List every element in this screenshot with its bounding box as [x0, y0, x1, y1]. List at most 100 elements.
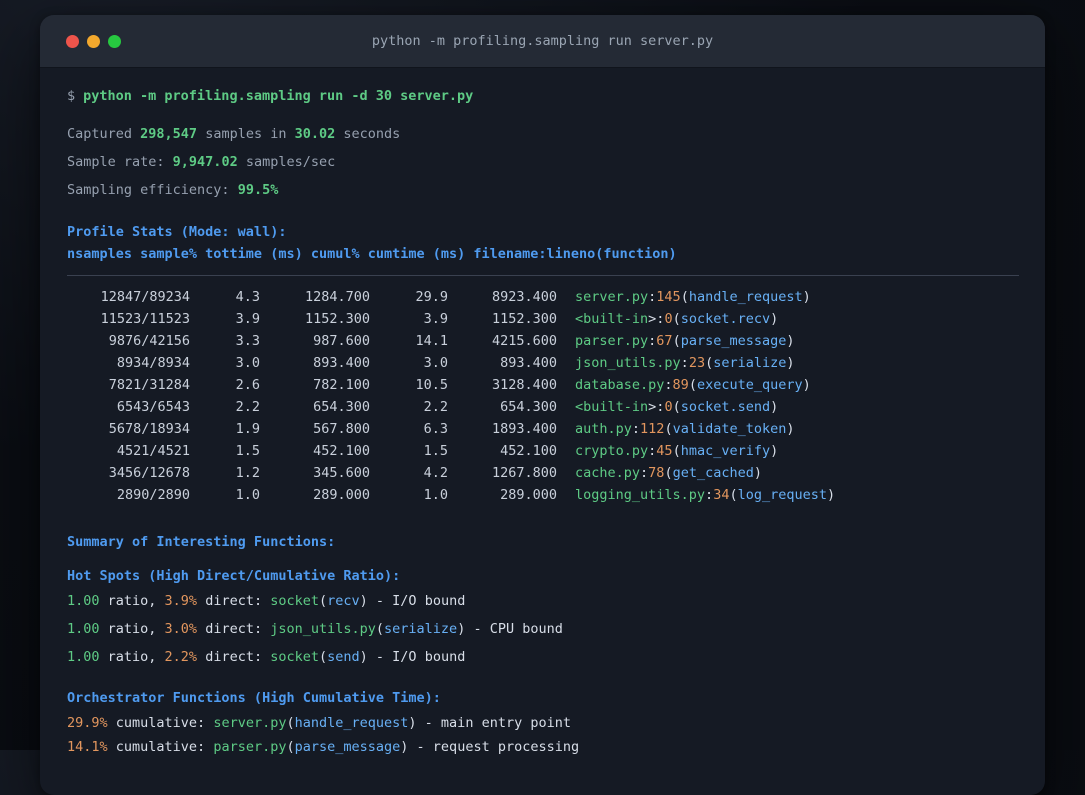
function-name: serialize [713, 355, 787, 371]
tottime-cell: 987.600 [313, 333, 370, 349]
sample-pct-cell: 1.0 [235, 487, 260, 503]
role-note: - main entry point [416, 715, 571, 731]
captured-seconds-value: 30.02 [294, 126, 336, 142]
cumul-pct-cell: 3.0 [423, 355, 448, 371]
profile-table-row: 12847/89234 4.3 1284.700 29.9 8923.400 server… [67, 286, 1019, 308]
cumtime-cell: 8923.400 [491, 289, 557, 305]
open-paren: ( [319, 649, 328, 665]
sample-rate-line: Sample rate: 9,947.02 samples/sec [67, 151, 1019, 173]
profile-table-row: 5678/18934 1.9 567.800 6.3 1893.400 auth.py:1… [67, 418, 1019, 440]
direct-label: direct: [197, 593, 271, 609]
sample-pct-cell: 2.6 [235, 377, 260, 393]
module-name: parser.py [213, 739, 287, 755]
cumulative-pct-value: 14.1% [67, 739, 108, 755]
ratio-label: ratio, [99, 649, 165, 665]
direct-label: direct: [197, 649, 271, 665]
location-cell: database.py:89(execute_query) [575, 374, 811, 396]
cumtime-cell: 654.300 [500, 399, 557, 415]
ratio-value: 1.00 [67, 593, 100, 609]
nsamples-cell: 6543/6543 [116, 399, 190, 415]
line-number: 89 [672, 377, 689, 393]
close-paren: ) [786, 421, 795, 437]
direct-pct-value: 3.0% [164, 621, 198, 637]
cumul-pct-cell: 6.3 [423, 421, 448, 437]
maximize-button[interactable] [108, 34, 121, 48]
profile-table-row: 6543/6543 2.2 654.300 2.2 654.300 <built-in>:… [67, 396, 1019, 418]
sample-rate-label: Sample rate: [67, 154, 173, 170]
function-name: parse_message [294, 739, 401, 755]
profile-table-row: 7821/31284 2.6 782.100 10.5 3128.400 database… [67, 374, 1019, 396]
tottime-cell: 345.600 [313, 465, 370, 481]
close-paren: ) [770, 443, 779, 459]
function-name: parse_message [680, 333, 787, 349]
tottime-cell: 289.000 [313, 487, 370, 503]
colon-separator: : [631, 421, 641, 437]
captured-samples-value: 298,547 [140, 126, 198, 142]
colon-separator: : [640, 465, 649, 481]
efficiency-label: Sampling efficiency: [67, 182, 238, 198]
efficiency-line: Sampling efficiency: 99.5% [67, 179, 1019, 201]
close-paren: ) [802, 289, 811, 305]
function-name: send [327, 649, 360, 665]
sample-pct-cell: 3.3 [235, 333, 260, 349]
hot-spot-line: 1.00 ratio, 3.0% direct: json_utils.py(s… [67, 618, 1019, 640]
open-paren: ( [664, 465, 673, 481]
captured-suffix-label: seconds [335, 126, 401, 142]
direct-label: direct: [197, 621, 271, 637]
function-name: validate_token [672, 421, 787, 437]
close-paren: ) [770, 311, 779, 327]
tottime-cell: 893.400 [313, 355, 370, 371]
terminal-output[interactable]: $ python -m profiling.sampling run -d 30 … [40, 68, 1045, 758]
cumtime-cell: 3128.400 [491, 377, 557, 393]
file-name: json_utils.py [575, 355, 681, 371]
sample-pct-cell: 3.9 [235, 311, 260, 327]
line-number: 67 [656, 333, 673, 349]
nsamples-cell: 5678/18934 [108, 421, 190, 437]
cumtime-cell: 1893.400 [491, 421, 557, 437]
terminal-window: python -m profiling.sampling run server.… [40, 15, 1045, 795]
function-name: serialize [384, 621, 458, 637]
open-paren: ( [664, 421, 673, 437]
module-name: json_utils.py [270, 621, 376, 637]
cumtime-cell: 893.400 [500, 355, 557, 371]
file-name: <built-in [575, 311, 649, 327]
line-number: 0 [664, 399, 673, 415]
profile-table-row: 3456/12678 1.2 345.600 4.2 1267.800 cache.py:… [67, 462, 1019, 484]
tottime-cell: 567.800 [313, 421, 370, 437]
open-paren: ( [672, 311, 681, 327]
file-name: database.py [575, 377, 665, 393]
module-name: server.py [213, 715, 287, 731]
close-paren: ) [753, 465, 762, 481]
nsamples-cell: 11523/11523 [100, 311, 190, 327]
orchestrator-line: 14.1% cumulative: parser.py(parse_messag… [67, 736, 1019, 758]
sample-pct-cell: 3.0 [235, 355, 260, 371]
ratio-label: ratio, [99, 621, 165, 637]
colon-separator: : [705, 487, 714, 503]
location-cell: auth.py:112(validate_token) [575, 418, 795, 440]
cumul-pct-cell: 1.0 [423, 487, 448, 503]
cumul-pct-cell: 10.5 [415, 377, 448, 393]
ratio-value: 1.00 [67, 621, 100, 637]
location-cell: parser.py:67(parse_message) [575, 330, 795, 352]
cumtime-cell: 289.000 [500, 487, 557, 503]
location-cell: json_utils.py:23(serialize) [575, 352, 795, 374]
cumul-pct-cell: 14.1 [415, 333, 448, 349]
line-number: 0 [664, 311, 673, 327]
window-controls [66, 15, 121, 67]
close-button[interactable] [66, 34, 79, 48]
close-paren: ) [802, 377, 811, 393]
table-divider [67, 275, 1019, 276]
nsamples-cell: 7821/31284 [108, 377, 190, 393]
close-paren: ) [359, 593, 368, 609]
line-number: 112 [640, 421, 665, 437]
tottime-cell: 452.100 [313, 443, 370, 459]
line-number: 145 [656, 289, 681, 305]
location-cell: cache.py:78(get_cached) [575, 462, 762, 484]
cumul-pct-cell: 1.5 [423, 443, 448, 459]
minimize-button[interactable] [87, 34, 100, 48]
open-paren: ( [286, 739, 295, 755]
location-cell: <built-in>:0(socket.send) [575, 396, 778, 418]
sample-pct-cell: 1.2 [235, 465, 260, 481]
nsamples-cell: 4521/4521 [116, 443, 190, 459]
titlebar[interactable]: python -m profiling.sampling run server.… [40, 15, 1045, 68]
